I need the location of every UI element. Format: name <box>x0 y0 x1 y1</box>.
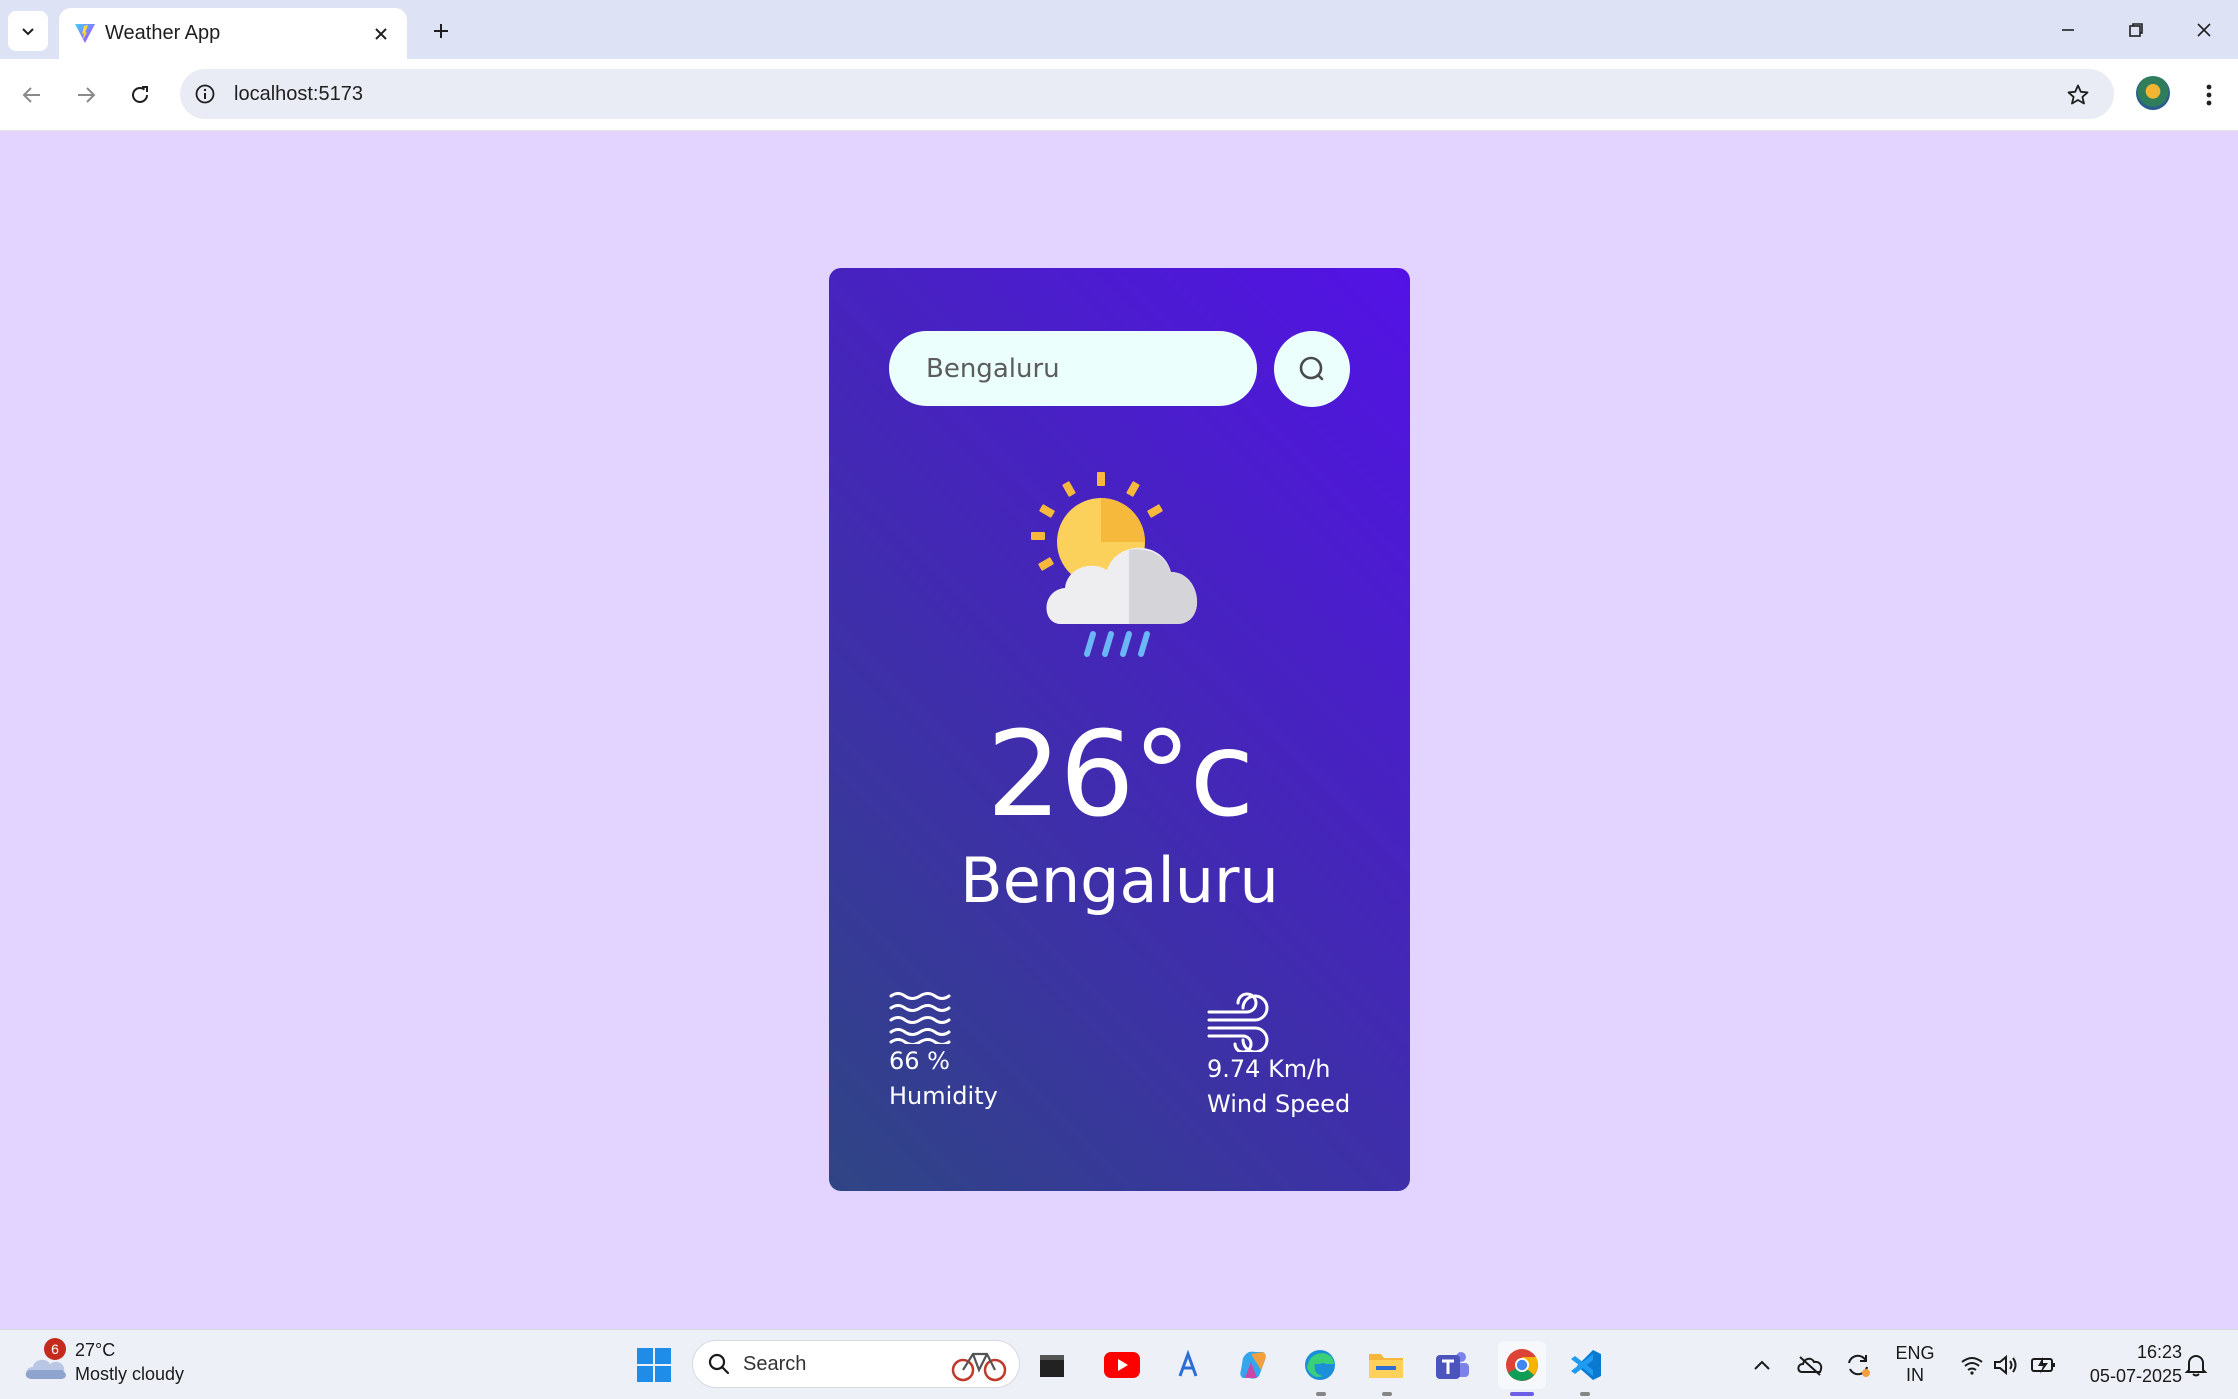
clock-time: 16:23 <box>2136 1342 2182 1362</box>
temperature-value: 26°c <box>986 705 1254 843</box>
chevron-up-icon <box>1754 1360 1770 1370</box>
youtube-icon <box>1104 1352 1140 1378</box>
search-button[interactable] <box>1274 331 1350 407</box>
humidity-icon <box>889 992 951 1044</box>
taskbar-edge[interactable] <box>1300 1345 1340 1385</box>
windows-start-icon[interactable] <box>636 1347 672 1383</box>
minimize-button[interactable] <box>2046 10 2090 50</box>
arrow-right-icon <box>78 87 96 103</box>
wifi-icon <box>1961 1357 1983 1375</box>
tray-wifi[interactable] <box>1956 1347 1988 1383</box>
taskbar-weather-temp[interactable]: 27°C <box>75 1340 115 1361</box>
close-window-button[interactable] <box>2182 10 2226 50</box>
search-icon <box>1299 356 1324 381</box>
teams-icon <box>1436 1352 1469 1379</box>
weather-card: 26°c Bengaluru 66 % Humidity 9.74 Km/ <box>829 268 1410 1191</box>
tab-title: Weather App <box>105 22 221 44</box>
search-icon <box>708 1353 730 1375</box>
bicycle-icon <box>951 1352 1007 1382</box>
volume-icon <box>1994 1354 2017 1376</box>
taskbar-weather-condition[interactable]: Mostly cloudy <box>75 1364 184 1385</box>
minimize-icon <box>2062 29 2074 31</box>
city-search-input[interactable] <box>889 331 1257 406</box>
taskbar-vscode-indicator <box>1580 1392 1590 1396</box>
wind-value: 9.74 Km/h <box>1207 1055 1331 1083</box>
bookmark-button[interactable] <box>2064 81 2092 109</box>
windows-taskbar: 6 27°C Mostly cloudy Search ENG IN 16:23… <box>0 1329 2238 1399</box>
cloud-off-icon <box>1797 1356 1823 1376</box>
restore-button[interactable] <box>2114 10 2158 50</box>
profile-avatar[interactable] <box>2136 76 2170 110</box>
url-text: localhost:5173 <box>234 82 363 105</box>
sync-icon <box>1848 1354 1870 1377</box>
more-vert-icon <box>2206 84 2212 106</box>
taskbar-vscode[interactable] <box>1566 1345 1606 1385</box>
notification-center-button[interactable] <box>2180 1347 2212 1383</box>
forward-button[interactable] <box>66 75 106 115</box>
clock-date: 05-07-2025 <box>2089 1366 2182 1386</box>
language-code: ENG <box>1895 1343 1935 1363</box>
browser-toolbar: localhost:5173 <box>0 59 2238 131</box>
plus-icon <box>434 24 448 38</box>
tray-volume[interactable] <box>1990 1347 2022 1383</box>
taskbar-search[interactable]: Search <box>692 1340 1020 1388</box>
language-indicator[interactable]: ENG IN <box>1892 1342 1938 1386</box>
browser-titlebar: Weather App <box>0 0 2238 59</box>
wind-icon <box>1207 992 1269 1052</box>
edge-icon <box>1305 1350 1335 1380</box>
city-name: Bengaluru <box>960 844 1279 917</box>
taskbar-copilot[interactable] <box>1234 1345 1274 1385</box>
arrow-left-icon <box>22 87 40 103</box>
taskbar-teams[interactable] <box>1432 1345 1472 1385</box>
address-bar[interactable]: localhost:5173 <box>180 69 2114 119</box>
browser-tab-weather-app[interactable]: Weather App <box>59 8 407 59</box>
browser-menu-button[interactable] <box>2192 75 2226 115</box>
taskbar-store[interactable] <box>1168 1345 1208 1385</box>
copilot-icon <box>1240 1351 1266 1379</box>
new-tab-button[interactable] <box>424 14 458 48</box>
humidity-label: Humidity <box>889 1082 998 1110</box>
weather-badge: 6 <box>44 1338 66 1360</box>
battery-charging-icon <box>2031 1357 2055 1374</box>
humidity-block: 66 % Humidity <box>889 990 998 1114</box>
taskbar-file-explorer[interactable] <box>1366 1345 1406 1385</box>
chrome-icon <box>1506 1349 1538 1381</box>
language-region: IN <box>1906 1365 1924 1385</box>
chevron-down-icon <box>22 28 34 36</box>
tab-search-button[interactable] <box>8 11 48 51</box>
terminal-icon <box>1040 1355 1064 1377</box>
humidity-value: 66 % <box>889 1047 950 1075</box>
bell-icon <box>2184 1355 2208 1377</box>
taskbar-chrome-indicator <box>1510 1392 1534 1396</box>
close-icon <box>375 28 387 40</box>
close-icon <box>2197 23 2211 37</box>
taskbar-explorer-indicator <box>1382 1392 1392 1396</box>
wind-block: 9.74 Km/h Wind Speed <box>1207 990 1350 1122</box>
reload-button[interactable] <box>120 75 160 115</box>
tray-sync[interactable] <box>1842 1347 1874 1383</box>
tab-close-button[interactable] <box>369 22 393 46</box>
wind-label: Wind Speed <box>1207 1090 1351 1118</box>
taskbar-youtube[interactable] <box>1102 1345 1142 1385</box>
info-icon <box>195 84 215 104</box>
taskbar-chrome[interactable] <box>1498 1341 1546 1389</box>
taskbar-edge-indicator <box>1316 1392 1326 1396</box>
tray-onedrive[interactable] <box>1794 1347 1826 1383</box>
vite-favicon-icon <box>75 24 95 43</box>
partly-cloudy-rain-icon <box>1031 472 1198 657</box>
restore-icon <box>2129 23 2143 37</box>
site-info-button[interactable] <box>190 79 220 109</box>
translate-icon <box>1178 1350 1198 1377</box>
star-icon <box>2067 84 2089 105</box>
taskbar-search-label: Search <box>743 1352 807 1375</box>
taskbar-clock[interactable]: 16:23 05-07-2025 <box>2072 1340 2182 1388</box>
back-button[interactable] <box>12 75 52 115</box>
tray-battery[interactable] <box>2028 1347 2060 1383</box>
tray-overflow-button[interactable] <box>1746 1347 1778 1383</box>
folder-icon <box>1369 1354 1403 1378</box>
reload-icon <box>132 86 148 103</box>
taskbar-app-1[interactable] <box>1032 1345 1072 1385</box>
vscode-icon <box>1571 1350 1601 1380</box>
